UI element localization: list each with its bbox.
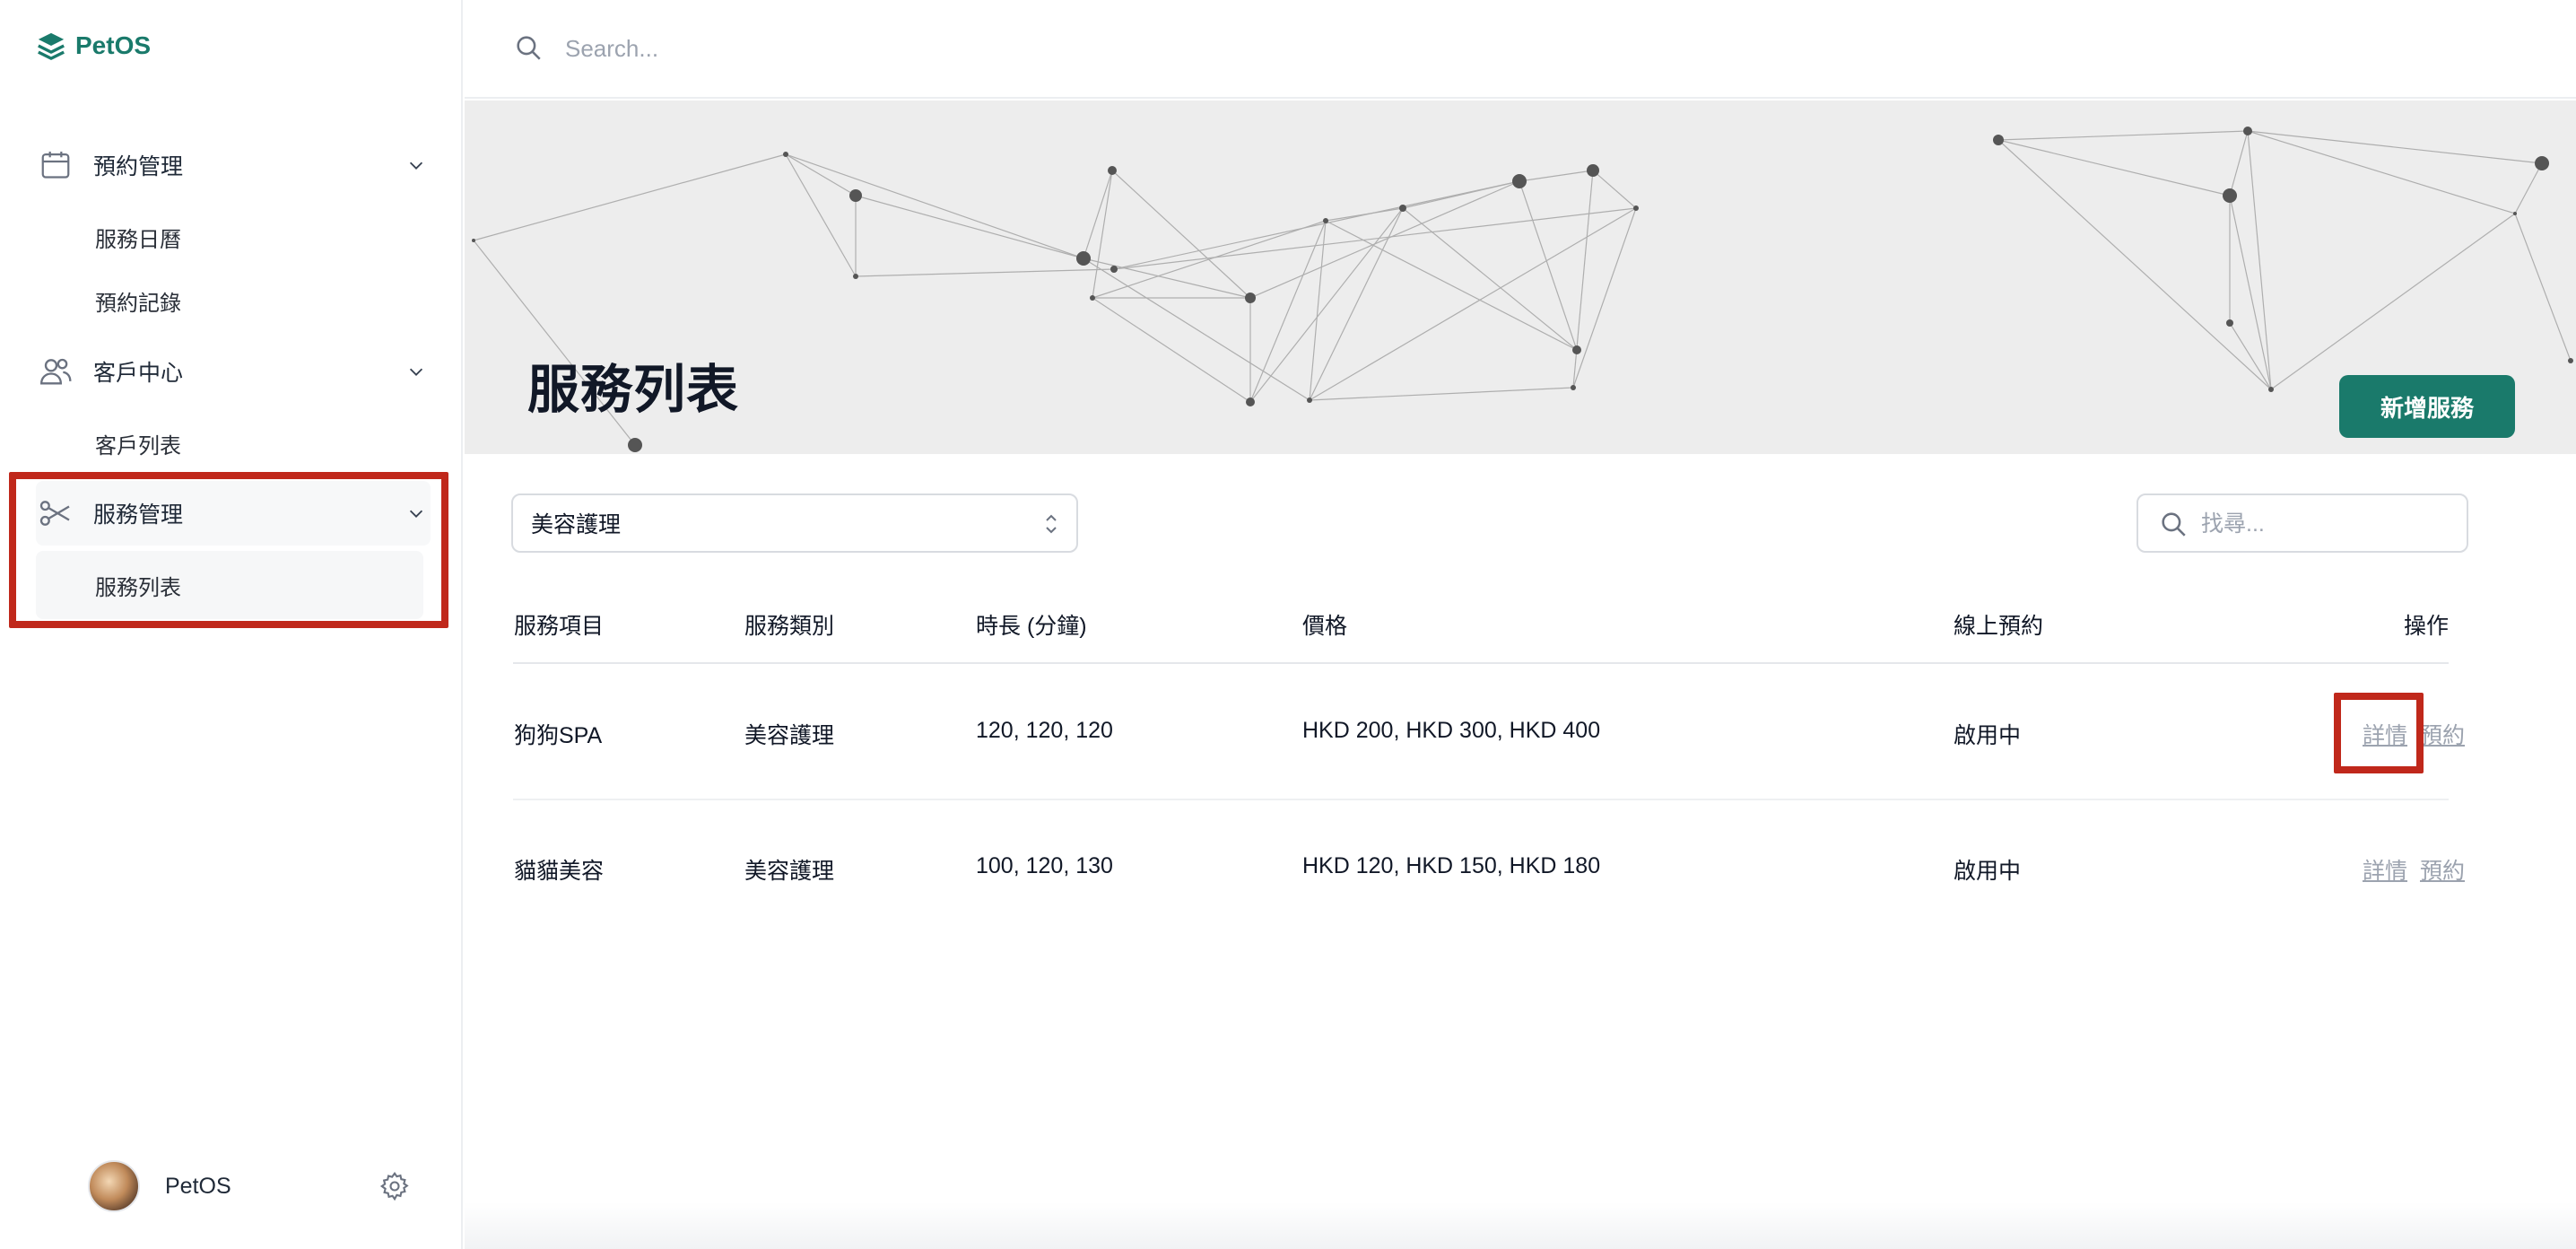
chevron-down-icon[interactable] <box>402 151 431 179</box>
column-header-duration: 時長 (分鐘) <box>976 614 1087 639</box>
sidebar-item-appointment-records[interactable]: 預約記錄 <box>95 285 181 317</box>
global-search-input[interactable] <box>565 27 1283 70</box>
calendar-icon <box>36 145 75 185</box>
row-divider <box>513 799 2449 800</box>
nav-group-customers[interactable]: 客戶中心 <box>36 345 431 398</box>
chevron-up-down-icon <box>1042 510 1060 538</box>
nav-group-appointments[interactable]: 預約管理 <box>36 138 431 192</box>
avatar[interactable] <box>88 1160 140 1212</box>
chevron-down-icon[interactable] <box>402 357 431 386</box>
column-header-price: 價格 <box>1302 614 1348 639</box>
user-profile[interactable]: PetOS <box>88 1157 411 1215</box>
add-service-button[interactable]: 新增服務 <box>2339 375 2515 438</box>
cell-price: HKD 200, HKD 300, HKD 400 <box>1302 718 1601 743</box>
top-search-bar <box>465 0 2576 99</box>
cell-online-status: 啟用中 <box>1954 859 2022 884</box>
nav-group-label: 預約管理 <box>93 154 184 179</box>
cell-category: 美容護理 <box>744 723 835 748</box>
search-icon <box>2158 509 2190 541</box>
page-title: 服務列表 <box>527 361 740 419</box>
user-name: PetOS <box>165 1173 231 1199</box>
book-link[interactable]: 預約 <box>2420 718 2465 750</box>
search-icon <box>513 32 545 65</box>
sidebar-item-customer-list[interactable]: 客戶列表 <box>95 428 181 459</box>
category-select-value: 美容護理 <box>531 512 622 537</box>
cell-online-status: 啟用中 <box>1954 723 2022 748</box>
app-logo[interactable]: PetOS <box>36 31 151 61</box>
column-header-actions: 操作 <box>2404 614 2450 639</box>
category-select[interactable]: 美容護理 <box>511 493 1078 553</box>
column-header-online-booking: 線上預約 <box>1954 614 2044 639</box>
table-search-input[interactable] <box>2201 506 2452 542</box>
network-pattern <box>472 127 2573 452</box>
cell-service-name: 狗狗SPA <box>514 723 603 748</box>
column-header-service: 服務項目 <box>514 614 605 639</box>
bottom-shadow <box>465 1202 2576 1249</box>
table-search <box>2137 493 2468 553</box>
page-banner: 服務列表 新增服務 <box>465 100 2576 454</box>
cell-category: 美容護理 <box>744 859 835 884</box>
layers-icon <box>38 32 65 60</box>
cell-duration: 100, 120, 130 <box>976 853 1113 878</box>
highlight-box-detail <box>2334 693 2424 773</box>
header-divider <box>513 662 2449 664</box>
cell-duration: 120, 120, 120 <box>976 718 1113 743</box>
column-header-category: 服務類別 <box>744 614 835 639</box>
users-icon <box>36 352 75 391</box>
highlight-box-services <box>9 472 448 628</box>
gear-icon[interactable] <box>379 1170 411 1202</box>
detail-link[interactable]: 詳情 <box>2363 853 2407 886</box>
sidebar-item-service-calendar[interactable]: 服務日曆 <box>95 222 181 253</box>
book-link[interactable]: 預約 <box>2420 853 2465 886</box>
cell-price: HKD 120, HKD 150, HKD 180 <box>1302 853 1601 878</box>
app-name: PetOS <box>75 31 152 59</box>
cell-service-name: 貓貓美容 <box>514 859 605 884</box>
nav-group-label: 客戶中心 <box>93 361 184 386</box>
